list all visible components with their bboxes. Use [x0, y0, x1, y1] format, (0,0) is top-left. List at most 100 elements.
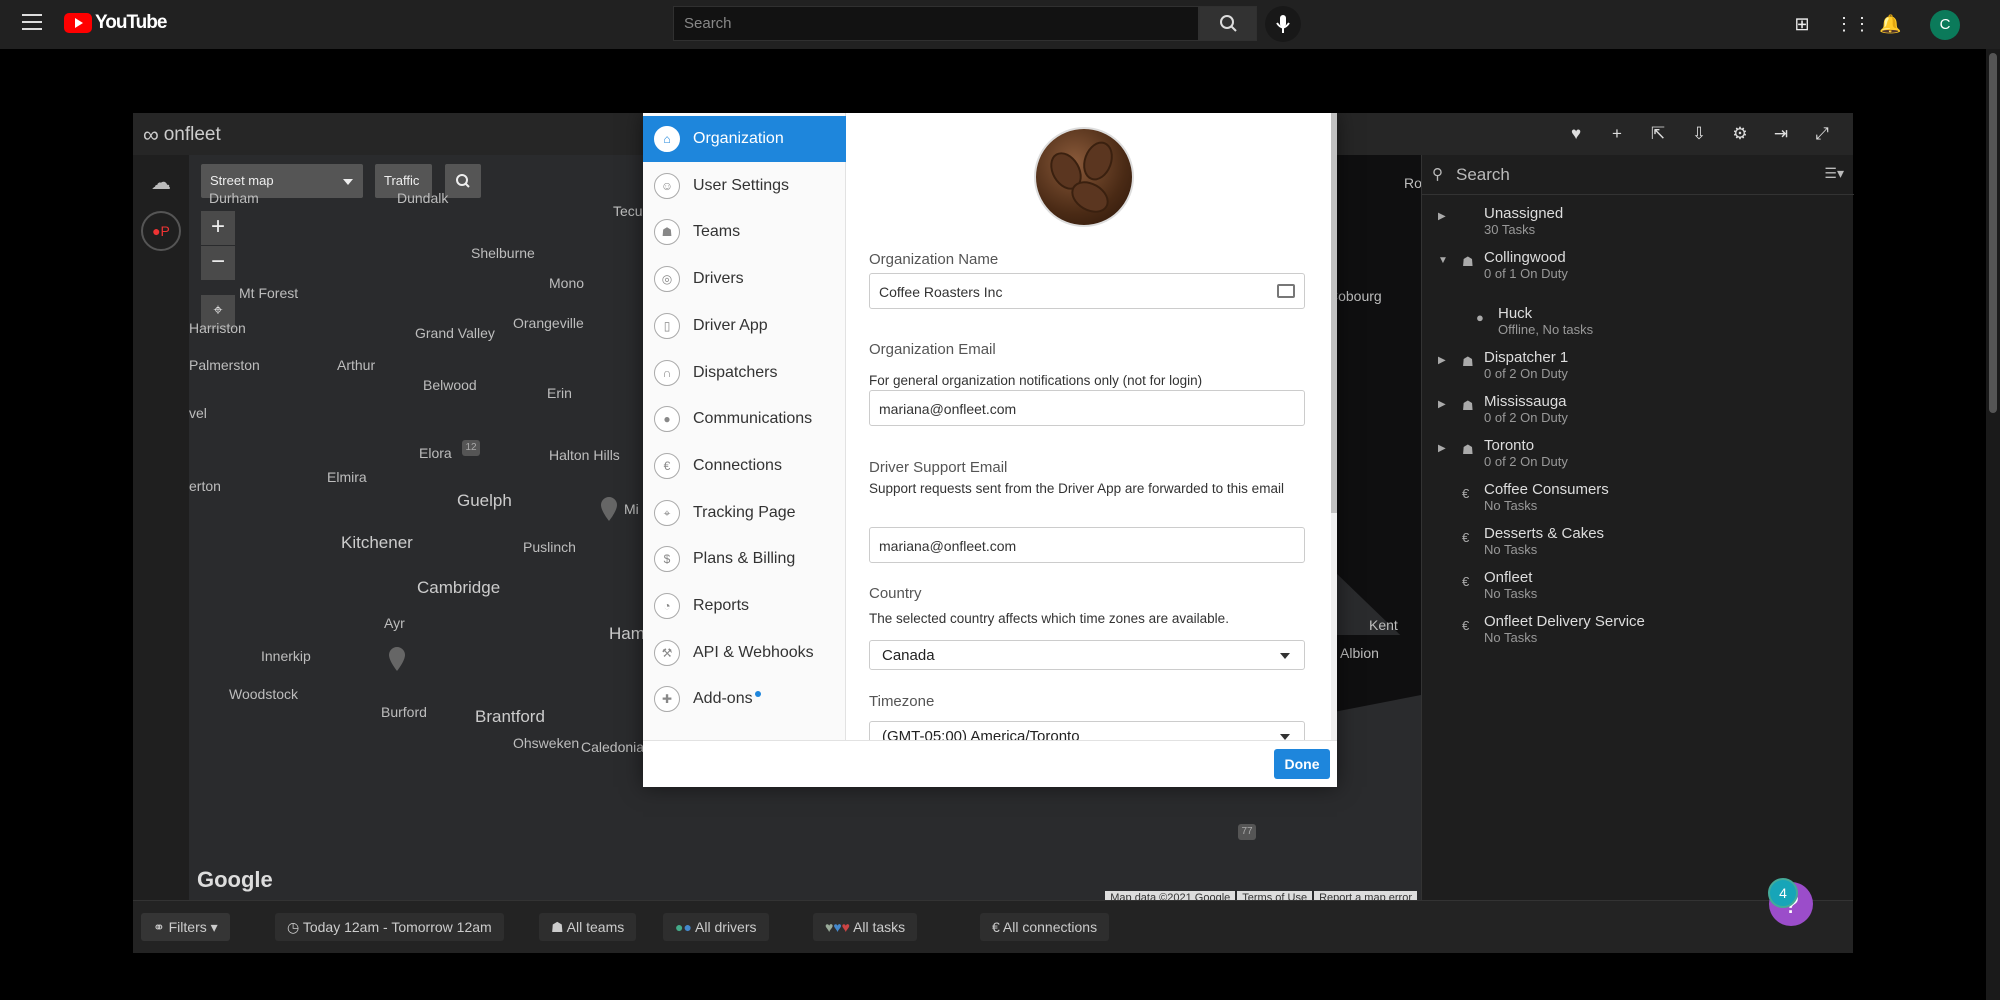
sidebar-item-onfleet-delivery-service[interactable]: € Onfleet Delivery Service No Tasks [1422, 613, 1854, 653]
route-optimize-icon[interactable]: ♥ [1565, 123, 1587, 145]
settings-nav-organization[interactable]: ⌂ Organization [643, 116, 846, 162]
connection-icon: € [992, 919, 1003, 935]
youtube-search-input[interactable]: Search [673, 6, 1199, 41]
settings-nav-connections[interactable]: € Connections [643, 443, 846, 489]
chevron-down-icon [1280, 653, 1290, 659]
settings-nav-add-ons[interactable]: ✚ Add-ons [643, 676, 846, 722]
sidebar-item-dispatcher-1[interactable]: ▶ ☗ Dispatcher 10 of 2 On Duty [1422, 349, 1854, 389]
caret-right-icon[interactable]: ▶ [1438, 211, 1446, 222]
org-email-input[interactable]: mariana@onfleet.com [869, 390, 1305, 426]
settings-nav-tracking-page[interactable]: ⌖ Tracking Page [643, 490, 846, 536]
map-place-label: Puslinch [523, 539, 576, 555]
sidebar-item-huck[interactable]: ● Huck Offline, No tasks [1422, 305, 1854, 345]
page-scrollbar[interactable] [1986, 49, 2000, 1000]
add-location-icon[interactable]: ☁ [141, 165, 181, 205]
terms-of-use-link[interactable]: Terms of Use [1237, 891, 1313, 900]
map-place-label: Shelburne [471, 245, 535, 261]
phone-icon: ▯ [654, 312, 680, 339]
sidebar-item-onfleet[interactable]: € Onfleet No Tasks [1422, 569, 1854, 609]
hamburger-menu-icon[interactable] [22, 14, 42, 32]
list-view-toggle-icon[interactable]: ☰▾ [1824, 165, 1844, 182]
dollar-icon: $ [654, 546, 680, 573]
user-icon: ☺ [654, 172, 680, 199]
road-marker: 77 [1238, 824, 1256, 840]
target-icon: ⌖ [654, 499, 680, 526]
settings-nav-teams[interactable]: ☗ Teams [643, 209, 846, 255]
notifications-bell-icon[interactable]: 🔔 [1879, 13, 1901, 35]
settings-nav-label: Teams [693, 223, 741, 241]
recording-indicator-icon[interactable]: ●P [141, 211, 181, 251]
time-range-filter[interactable]: ◷ Today 12am - Tomorrow 12am [275, 913, 504, 941]
map-pin-icon[interactable] [387, 647, 407, 673]
fullscreen-icon[interactable]: ⤢ [1811, 123, 1833, 145]
connection-icon: € [1462, 574, 1470, 589]
team-icon: ☗ [1462, 398, 1474, 413]
modal-scrollbar-thumb[interactable] [1331, 113, 1337, 513]
driver-support-email-input[interactable]: mariana@onfleet.com [869, 527, 1305, 563]
export-icon[interactable]: ⇩ [1688, 123, 1710, 145]
settings-nav-user-settings[interactable]: ☺ User Settings [643, 163, 846, 209]
modal-scrollbar[interactable] [1331, 113, 1337, 740]
zoom-out-button[interactable]: − [201, 246, 235, 280]
settings-nav-reports[interactable]: ◔ Reports [643, 583, 846, 629]
logout-icon[interactable]: ⇥ [1770, 123, 1792, 145]
settings-nav-communications[interactable]: ● Communications [643, 396, 846, 442]
sidebar-item-unassigned[interactable]: ▶ Unassigned 30 Tasks [1422, 205, 1854, 245]
settings-nav-driver-app[interactable]: ▯ Driver App [643, 303, 846, 349]
map-place-label: Dundalk [397, 190, 449, 206]
map-search-button[interactable] [445, 164, 481, 198]
import-icon[interactable]: ⇱ [1647, 123, 1669, 145]
sidebar-item-coffee-consumers[interactable]: € Coffee Consumers No Tasks [1422, 481, 1854, 521]
settings-nav-plans-billing[interactable]: $ Plans & Billing [643, 536, 846, 582]
group-name: Huck [1498, 305, 1533, 322]
org-name-input[interactable]: Coffee Roasters Inc [869, 273, 1305, 309]
caret-down-icon[interactable]: ▼ [1438, 255, 1448, 266]
map-place-label: Arthur [337, 357, 376, 373]
driver-support-email-label: Driver Support Email [869, 459, 1008, 476]
group-name: Dispatcher 1 [1484, 349, 1569, 366]
sidebar-item-toronto[interactable]: ▶ ☗ Toronto 0 of 2 On Duty [1422, 437, 1854, 477]
caret-right-icon[interactable]: ▶ [1438, 355, 1446, 366]
caret-right-icon[interactable]: ▶ [1438, 399, 1446, 410]
settings-nav: ⌂ Organization ☺ User Settings ☗ Teams ◎ Driver… [643, 113, 846, 740]
report-map-error-link[interactable]: Report a map error [1314, 891, 1417, 900]
settings-gear-icon[interactable]: ⚙ [1729, 123, 1751, 145]
timezone-select[interactable]: (GMT-05:00) America/Toronto [869, 721, 1305, 740]
youtube-search-button[interactable] [1199, 6, 1257, 41]
country-select[interactable]: Canada [869, 640, 1305, 670]
sidebar-item-desserts-cakes[interactable]: € Desserts & Cakes No Tasks [1422, 525, 1854, 565]
organization-logo[interactable] [1034, 127, 1134, 227]
scrollbar-thumb[interactable] [1989, 53, 1997, 413]
driver-support-email-help: Support requests sent from the Driver Ap… [869, 481, 1284, 496]
map-pin-icon[interactable] [599, 497, 619, 523]
drivers-filter[interactable]: ●● All drivers [663, 913, 769, 941]
settings-nav-dispatchers[interactable]: ∩ Dispatchers [643, 350, 846, 396]
add-task-icon[interactable]: + [1606, 123, 1628, 145]
create-video-icon[interactable]: ⊞ [1791, 13, 1813, 35]
map-place-label: Mi [624, 501, 639, 517]
sidebar-item-mississauga[interactable]: ▶ ☗ Mississauga 0 of 2 On Duty [1422, 393, 1854, 433]
youtube-logo[interactable]: YouTube [64, 12, 167, 34]
group-status: 0 of 1 On Duty [1484, 266, 1568, 281]
map-place-label: Cambridge [417, 578, 501, 597]
group-status: No Tasks [1484, 498, 1538, 513]
map-place-label: Elmira [327, 469, 367, 485]
onfleet-logo-icon: ∞ [143, 122, 159, 147]
apps-grid-icon[interactable]: ⋮⋮ [1835, 13, 1871, 35]
teams-filter[interactable]: ☗ All teams [539, 913, 637, 941]
user-avatar[interactable]: C [1930, 10, 1960, 40]
top-toolbar: ♥ + ⇱ ⇩ ⚙ ⇥ ⤢ [1565, 123, 1833, 145]
caret-right-icon[interactable]: ▶ [1438, 443, 1446, 454]
tasks-filter[interactable]: ♥♥♥ All tasks [813, 913, 918, 941]
filters-button[interactable]: ⚭ Filters ▾ [141, 913, 230, 941]
connections-filter[interactable]: € All connections [980, 913, 1110, 941]
voice-search-button[interactable] [1265, 6, 1301, 42]
settings-nav-drivers[interactable]: ◎ Drivers [643, 256, 846, 302]
zoom-in-button[interactable]: + [201, 211, 235, 245]
sidebar-item-collingwood[interactable]: ▼ ☗ Collingwood 0 of 1 On Duty [1422, 249, 1854, 289]
group-status: No Tasks [1484, 586, 1538, 601]
done-button[interactable]: Done [1274, 749, 1330, 779]
sidebar-search-input[interactable]: ⚲ Search ☰▾ [1422, 155, 1854, 195]
task-pins-icon: ♥ [841, 919, 854, 935]
settings-nav-api-webhooks[interactable]: ⚒ API & Webhooks [643, 630, 846, 676]
